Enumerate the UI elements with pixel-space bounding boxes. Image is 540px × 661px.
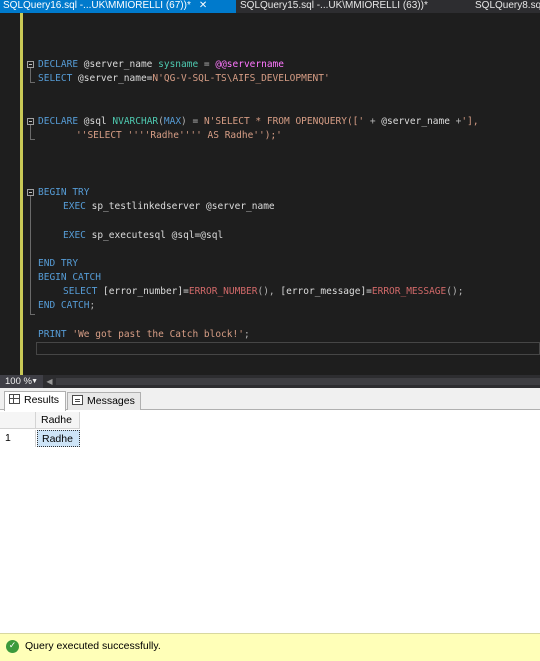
results-tab-strip: Results Messages	[0, 388, 540, 411]
code-line-11: END CATCH;	[38, 300, 96, 311]
status-message: Query executed successfully.	[25, 640, 161, 652]
outline-end	[30, 82, 35, 83]
tab-sqlquery15[interactable]: SQLQuery15.sql -...UK\MMIORELLI (63))*	[237, 0, 469, 13]
messages-icon	[72, 395, 83, 405]
tab-results[interactable]: Results	[4, 391, 66, 411]
code-line-4: ''SELECT ''''Radhe'''' AS Radhe'');'	[76, 130, 282, 141]
code-line-10: SELECT [error_number]=ERROR_NUMBER(), [e…	[63, 286, 464, 297]
zoom-dropdown[interactable]: 100 % ▼	[0, 375, 43, 388]
tab-sqlquery8[interactable]: SQLQuery8.sq	[472, 0, 540, 13]
zoom-value: 100 %	[5, 376, 32, 387]
results-pane: Results Messages Radhe 1 Radhe	[0, 388, 540, 633]
collapse-icon[interactable]	[27, 189, 34, 196]
column-header[interactable]: Radhe	[36, 412, 80, 429]
code-line-1: DECLARE @server_name sysname = @@servern…	[38, 59, 284, 70]
change-margin-bar	[20, 13, 23, 375]
query-status-bar: ✓ Query executed successfully.	[0, 633, 540, 661]
grid-icon	[9, 394, 20, 404]
tab-label: SQLQuery16.sql -...UK\MMIORELLI (67))*	[3, 0, 191, 11]
code-line-3: DECLARE @sql NVARCHAR(MAX) = N'SELECT * …	[38, 116, 479, 127]
grid-cell[interactable]: Radhe	[37, 430, 80, 447]
grid-corner-header[interactable]	[0, 412, 36, 429]
tab-messages-label: Messages	[87, 395, 135, 407]
collapse-icon[interactable]	[27, 118, 34, 125]
outline-line	[30, 196, 31, 314]
query-editor[interactable]: DECLARE @server_name sysname = @@servern…	[0, 13, 540, 375]
tab-results-label: Results	[24, 394, 60, 406]
document-tab-strip: SQLQuery16.sql -...UK\MMIORELLI (67))* ✕ …	[0, 0, 540, 13]
outline-end	[30, 314, 35, 315]
row-number[interactable]: 1	[0, 430, 36, 447]
collapse-icon[interactable]	[27, 61, 34, 68]
tab-messages[interactable]: Messages	[67, 392, 141, 410]
chevron-down-icon: ▼	[31, 378, 38, 385]
code-line-2: SELECT @server_name=N'QG-V-SQL-TS\AIFS_D…	[38, 73, 330, 84]
current-line-highlight	[36, 342, 540, 355]
outline-line	[30, 68, 31, 82]
horizontal-scrollbar[interactable]	[56, 378, 540, 385]
code-line-12: PRINT 'We got past the Catch block!';	[38, 329, 250, 340]
editor-zoom-bar: 100 % ▼ ◀	[0, 375, 540, 388]
code-line-9: BEGIN CATCH	[38, 272, 101, 283]
code-line-5: BEGIN TRY	[38, 187, 90, 198]
tab-label: SQLQuery8.sq	[475, 0, 540, 11]
success-check-icon: ✓	[6, 640, 19, 653]
scroll-left-icon[interactable]: ◀	[44, 375, 55, 388]
outline-end	[30, 139, 35, 140]
tab-label: SQLQuery15.sql -...UK\MMIORELLI (63))*	[240, 0, 428, 11]
close-icon[interactable]: ✕	[199, 0, 207, 11]
code-line-8: END TRY	[38, 258, 79, 269]
editor-gutter	[0, 13, 20, 375]
outline-line	[30, 125, 31, 139]
tab-sqlquery16[interactable]: SQLQuery16.sql -...UK\MMIORELLI (67))* ✕	[0, 0, 236, 13]
code-line-7: EXEC sp_executesql @sql=@sql	[63, 230, 224, 241]
code-line-6: EXEC sp_testlinkedserver @server_name	[63, 201, 275, 212]
